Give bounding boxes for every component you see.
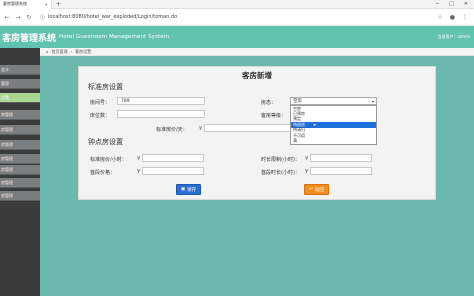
info-icon: ⓘ [40, 14, 46, 21]
room-form-panel: 客房新增 标准房设置 房间号： 789 床位数： 标准房价/天： ¥ 房态： 空… [78, 66, 436, 200]
first-duration-label: 首段时长(小时)： [261, 170, 300, 176]
sidebar-item[interactable]: 房管理 [0, 191, 40, 201]
currency-symbol: ¥ [305, 169, 309, 175]
app-title: 客房管理系统 [2, 33, 57, 44]
sidebar: 会计 管理 设置 房管理 房管理 房管理 房管理 房管理 房管理 房管理 [0, 48, 40, 296]
maximize-icon[interactable]: □ [449, 1, 454, 7]
first-price-label: 首段价格： [90, 170, 116, 176]
room-type-label: 客房等级： [261, 113, 287, 119]
room-no-label: 房间号： [90, 100, 111, 106]
back-button[interactable]: ↩ 返回 [304, 184, 329, 195]
sidebar-item[interactable]: 房管理 [0, 165, 40, 175]
sidebar-item[interactable]: 会计 [0, 65, 40, 75]
sidebar-item[interactable]: 房管理 [0, 140, 40, 150]
standard-section-title: 标准房设置 [88, 83, 123, 91]
duration-label: 时长限制(小时)： [261, 157, 300, 163]
sidebar-item[interactable]: 管理 [0, 79, 40, 89]
back-label: 返回 [314, 187, 324, 193]
breadcrumb-current: 客房设置 [75, 48, 92, 54]
back-icon: ↩ [309, 187, 313, 192]
currency-symbol: ¥ [305, 156, 309, 162]
minimize-icon[interactable]: ─ [436, 1, 439, 7]
duration-input[interactable] [310, 154, 372, 162]
room-no-input[interactable]: 789 [117, 97, 205, 105]
hourly-price-label: 标准房价/小时： [90, 157, 127, 163]
app-header: 客房管理系统 Hotel Guestroom Management System… [0, 26, 474, 48]
profile-icon[interactable]: ● [450, 14, 455, 21]
first-duration-input[interactable] [310, 167, 372, 175]
sidebar-item-active[interactable]: 设置 [0, 93, 40, 103]
close-tab-icon[interactable]: ✕ [45, 2, 48, 7]
currency-symbol: ¥ [137, 156, 141, 162]
form-title: 客房新增 [242, 71, 272, 80]
close-window-icon[interactable]: ✕ [464, 1, 468, 7]
browser-tab[interactable]: 客房管理系统 ✕ [0, 0, 52, 9]
chevron-down-icon: ▾ [371, 98, 374, 104]
url-text: localhost:8080/hotel_war_exploded/Login/… [48, 14, 178, 20]
mouse-cursor-icon: ➤ [313, 122, 317, 128]
save-icon: ▣ [180, 187, 186, 192]
sidebar-item[interactable]: 房管理 [0, 125, 40, 135]
sidebar-item[interactable]: 房管理 [0, 110, 40, 120]
welcome-text: 当前用户：admin [437, 34, 470, 39]
status-selected-value: 空房 [293, 99, 302, 104]
first-price-input[interactable] [142, 167, 204, 175]
reload-icon[interactable]: ↻ [26, 14, 32, 21]
url-field[interactable]: ⓘ localhost:8080/hotel_war_exploded/Logi… [40, 14, 177, 21]
app-subtitle: Hotel Guestroom Management System [59, 34, 170, 40]
currency-symbol: ¥ [199, 126, 203, 132]
save-button[interactable]: ▣ 保存 [176, 184, 201, 195]
floor-input[interactable] [117, 110, 205, 118]
menu-icon[interactable]: ⋮ [462, 14, 468, 21]
breadcrumb-home[interactable]: 首页管理 [52, 49, 68, 55]
breadcrumb: ⌂ 首页管理 › 客房设置 [40, 48, 474, 56]
bookmark-star-icon[interactable]: ☆ [437, 14, 442, 21]
home-icon[interactable]: ⌂ [46, 49, 49, 54]
breadcrumb-separator: › [70, 49, 73, 54]
forward-icon[interactable]: → [15, 14, 21, 21]
main-content: 客房新增 标准房设置 房间号： 789 床位数： 标准房价/天： ¥ 房态： 空… [40, 56, 474, 296]
hourly-section-title: 钟点房设置 [88, 138, 123, 146]
sidebar-item[interactable]: 房管理 [0, 154, 40, 164]
back-icon[interactable]: ← [4, 14, 10, 21]
new-tab-icon[interactable]: + [56, 1, 61, 8]
status-dropdown: 空房 已预房 预定 待退房 ➤ 待清扫 不可用 满 [290, 105, 377, 145]
status-option[interactable]: 满 [291, 138, 376, 143]
std-price-label: 标准房价/天： [156, 127, 188, 133]
std-price-input[interactable] [204, 124, 299, 132]
floor-label: 床位数： [90, 113, 111, 119]
status-label: 房态： [261, 100, 277, 106]
save-label: 保存 [187, 187, 197, 193]
tab-title: 客房管理系统 [3, 1, 27, 6]
address-bar: ← → ↻ ⓘ localhost:8080/hotel_war_explode… [0, 9, 474, 26]
status-select[interactable]: 空房 ▾ [290, 97, 377, 105]
hourly-price-input[interactable] [142, 154, 204, 162]
sidebar-item[interactable]: 房管理 [0, 178, 40, 188]
currency-symbol: ¥ [137, 169, 141, 175]
browser-titlebar: 客房管理系统 ✕ + ─ □ ✕ [0, 0, 474, 9]
